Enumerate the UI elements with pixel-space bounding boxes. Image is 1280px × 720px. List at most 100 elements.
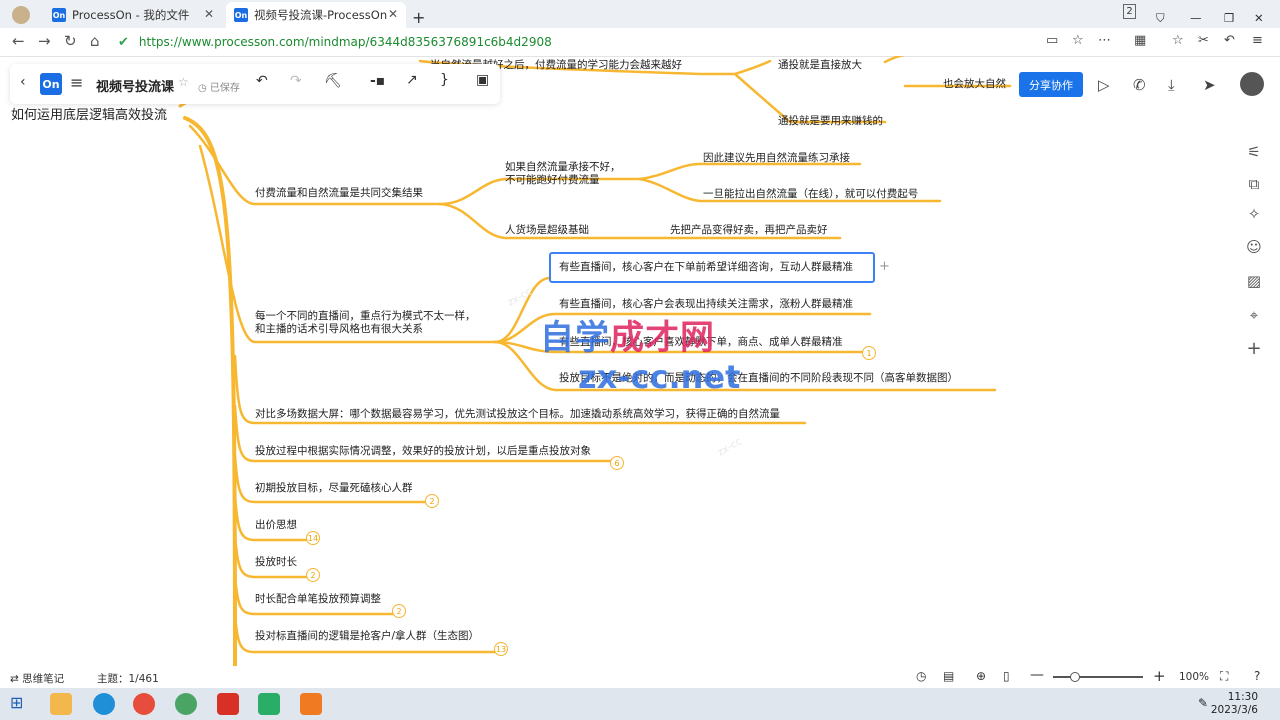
node-traffic-b1[interactable]: 先把产品变得好卖，再把产品卖好 — [670, 224, 828, 237]
browser-avatar-icon[interactable] — [10, 2, 32, 28]
more-icon[interactable]: ⋯ — [1098, 33, 1111, 48]
close-icon[interactable]: ✕ — [204, 7, 214, 21]
system-clock[interactable]: 11:30 2023/3/6 — [1211, 691, 1258, 717]
tab-current-doc[interactable]: On 视频号投流课-ProcessOn ✕ — [226, 2, 406, 28]
collapse-count-badge[interactable]: 2 — [306, 568, 320, 582]
url-field[interactable]: ✔ https://www.processon.com/mindmap/6344… — [118, 31, 1098, 53]
line-style-icon[interactable]: -▪ — [370, 73, 385, 89]
hamburger-icon[interactable]: ≡ — [70, 73, 83, 92]
undo-icon[interactable]: ↶ — [256, 73, 268, 89]
summary-bracket-icon[interactable]: } — [440, 72, 449, 88]
style-panel-icon[interactable]: ⚟ — [1245, 143, 1263, 161]
apps-icon[interactable]: ▦ — [1134, 33, 1146, 48]
node-branch-rooms[interactable]: 每一个不同的直播间，重点行为模式不太一样， 和主播的话术引导风格也有很大关系 — [255, 310, 476, 336]
tab-my-files[interactable]: On ProcessOn - 我的文件 ✕ — [44, 2, 222, 28]
tag-icon[interactable]: ⌖ — [1245, 306, 1263, 324]
node-traffic-a1[interactable]: 因此建议先用自然流量练习承接 — [703, 152, 850, 165]
app-toolbar: ‹ On ≡ 视频号投流课 ☆ ◷ 已保存 ↶ ↷ ⛏ -▪ ↗ } ▣ — [10, 64, 500, 104]
pen-icon[interactable]: ✎ — [1198, 696, 1208, 710]
back-icon[interactable]: ← — [12, 32, 25, 50]
presentation-app-icon[interactable] — [300, 693, 322, 715]
chrome-icon[interactable] — [133, 693, 155, 715]
collapse-count-badge[interactable]: 14 — [306, 531, 320, 545]
browser-icon[interactable] — [175, 693, 197, 715]
node-branch-duration[interactable]: 投放时长 — [255, 556, 297, 569]
svg-text:zx-cc: zx-cc — [506, 286, 534, 308]
back-chevron-icon[interactable]: ‹ — [20, 74, 26, 90]
history-icon[interactable]: ◷ — [916, 669, 926, 683]
forward-icon[interactable]: → — [38, 32, 51, 50]
node-traffic-a2[interactable]: 一旦能拉出自然流量（在线），就可以付费起号 — [703, 188, 918, 201]
favorites-icon[interactable]: ☆ — [1172, 33, 1184, 48]
zoom-slider[interactable] — [1053, 676, 1143, 678]
node-branch-benchmark[interactable]: 投对标直播间的逻辑是抢客户/拿人群（生态图） — [255, 630, 479, 643]
tab-count-badge[interactable]: 2 — [1123, 4, 1136, 19]
locate-icon[interactable]: ⊕ — [976, 669, 986, 683]
zoom-slider-handle[interactable] — [1070, 672, 1080, 682]
node-branch-budget[interactable]: 时长配合单笔投放预算调整 — [255, 593, 381, 606]
layout-icon[interactable]: ▤ — [943, 669, 954, 683]
favorite-star-icon[interactable]: ☆ — [178, 75, 189, 89]
redo-icon[interactable]: ↷ — [290, 73, 302, 89]
emoji-icon[interactable]: ☺ — [1245, 238, 1263, 256]
wechat-icon[interactable] — [258, 693, 280, 715]
topic-count: 主题：1/461 — [97, 673, 159, 685]
fullscreen-icon[interactable]: ⛶ — [1220, 669, 1228, 684]
node-branch-initial[interactable]: 初期投放目标，尽量死磕核心人群 — [255, 482, 413, 495]
new-tab-button[interactable]: + — [412, 4, 425, 30]
format-painter-icon[interactable]: ⛏ — [324, 73, 342, 89]
undo-browser-icon[interactable]: ↶ — [1224, 33, 1235, 48]
processon-logo[interactable]: On — [40, 73, 62, 95]
zoom-in-icon[interactable]: + — [1153, 667, 1166, 685]
magic-icon[interactable]: ✧ — [1245, 205, 1263, 223]
mindmap-canvas[interactable]: zx-cc zx-cc 当自然流量越好之后，付费流量的学习能力会越来越好 通投就… — [0, 56, 1280, 666]
watermark-url: zx-cc.net — [578, 358, 741, 396]
image-icon[interactable]: ▨ — [1245, 272, 1263, 290]
node-traffic-a[interactable]: 如果自然流量承接不好， 不可能跑好付费流量 — [505, 161, 621, 187]
node-room-2[interactable]: 有些直播间，核心客户会表现出持续关注需求，涨粉人群最精准 — [559, 298, 853, 311]
collapse-count-badge[interactable]: 2 — [392, 604, 406, 618]
add-child-icon[interactable]: + — [879, 260, 890, 273]
node-fragment-3[interactable]: 也会放大自然 — [943, 78, 1006, 91]
help-icon[interactable]: ? — [1254, 669, 1260, 683]
present-icon[interactable]: ▷ — [1098, 76, 1110, 94]
edge-icon[interactable] — [93, 693, 115, 715]
user-avatar[interactable] — [1240, 72, 1264, 96]
add-icon[interactable]: + — [1245, 338, 1263, 359]
frame-icon[interactable]: ▣ — [476, 72, 489, 88]
menu-icon[interactable]: ≡ — [1252, 33, 1263, 48]
home-icon[interactable]: ⌂ — [90, 32, 100, 50]
scissors-icon[interactable]: ✂ — [1198, 33, 1209, 48]
node-root[interactable]: 如何运用底层逻辑高效投流 — [11, 104, 167, 123]
document-title[interactable]: 视频号投流课 — [96, 76, 174, 95]
reload-icon[interactable]: ↻ — [64, 32, 77, 50]
send-icon[interactable]: ➤ — [1203, 76, 1216, 94]
clipboard-icon[interactable]: ▭ — [1046, 33, 1058, 48]
download-icon[interactable]: ⤓ — [1168, 76, 1175, 94]
collapse-count-badge[interactable]: 6 — [610, 456, 624, 470]
node-branch-bid[interactable]: 出价思想 — [255, 519, 297, 532]
start-icon[interactable]: ⊞ — [10, 693, 32, 715]
call-icon[interactable]: ✆ — [1133, 76, 1146, 94]
zoom-level[interactable]: 100% — [1179, 671, 1209, 683]
close-icon[interactable]: ✕ — [388, 7, 398, 21]
node-branch-traffic[interactable]: 付费流量和自然流量是共同交集结果 — [255, 187, 423, 200]
zoom-out-icon[interactable]: — — [1030, 667, 1044, 683]
node-fragment-2[interactable]: 通投就是直接放大 — [778, 59, 862, 72]
node-branch-adjust[interactable]: 投放过程中根据实际情况调整，效果好的投放计划，以后是重点投放对象 — [255, 445, 591, 458]
notes-toggle[interactable]: ⇄ 思维笔记 — [10, 671, 64, 686]
file-explorer-icon[interactable] — [50, 693, 72, 715]
collapse-count-badge[interactable]: 13 — [494, 642, 508, 656]
connector-arrow-icon[interactable]: ↗ — [406, 72, 418, 88]
structure-icon[interactable]: ⧉ — [1245, 175, 1263, 193]
node-room-1[interactable]: 有些直播间，核心客户在下单前希望详细咨询，互动人群最精准 — [559, 261, 853, 274]
wps-icon[interactable] — [217, 693, 239, 715]
node-traffic-b[interactable]: 人货场是超级基础 — [505, 224, 589, 237]
node-branch-compare[interactable]: 对比多场数据大屏：哪个数据最容易学习，优先测试投放这个目标。加速撬动系统高效学习… — [255, 408, 780, 421]
node-fragment-4[interactable]: 通投就是要用来赚钱的 — [778, 115, 883, 128]
share-button[interactable]: 分享协作 — [1019, 72, 1083, 97]
map-icon[interactable]: ▯ — [1003, 669, 1010, 683]
collapse-count-badge[interactable]: 1 — [862, 346, 876, 360]
collapse-count-badge[interactable]: 2 — [425, 494, 439, 508]
star-icon[interactable]: ☆ — [1072, 33, 1084, 48]
